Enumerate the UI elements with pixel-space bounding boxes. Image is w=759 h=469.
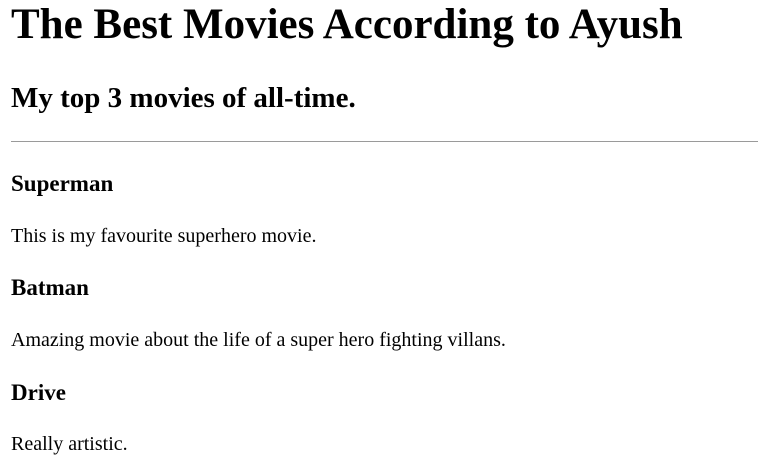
movie-title: Superman — [11, 171, 114, 196]
divider — [11, 141, 758, 142]
movie-title: Batman — [11, 275, 89, 300]
movie-description: This is my favourite superhero movie. — [11, 225, 317, 247]
page-subtitle: My top 3 movies of all-time. — [11, 82, 356, 114]
movie-description: Really artistic. — [11, 433, 128, 455]
movie-title: Drive — [11, 380, 66, 405]
movie-description: Amazing movie about the life of a super … — [11, 329, 506, 351]
page-title: The Best Movies According to Ayush — [11, 1, 683, 48]
